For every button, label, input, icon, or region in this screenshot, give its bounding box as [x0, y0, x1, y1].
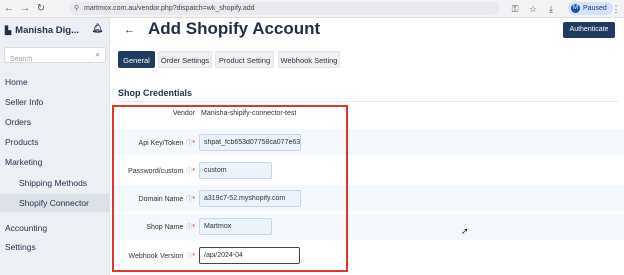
- address-url: martmox.com.au/vendor.php?dispatch=wk_sh…: [84, 5, 255, 12]
- password-label-text: Password/custom: [128, 168, 184, 175]
- domain-name-field[interactable]: [199, 190, 301, 207]
- brand[interactable]: ▙ Manisha Dig... 🔔︎: [5, 23, 105, 37]
- sidebar-item-seller-info[interactable]: Seller Info: [5, 97, 43, 107]
- sidebar-item-products[interactable]: Products: [5, 137, 39, 147]
- search-icon[interactable]: ⌕: [96, 50, 100, 60]
- forward-icon[interactable]: →: [18, 2, 32, 16]
- sidebar-item-shipping-methods[interactable]: Shipping Methods: [19, 178, 87, 188]
- vendor-value: Manisha-shipify-connector-test: [201, 110, 297, 117]
- sidebar-item-marketing[interactable]: Marketing: [5, 157, 42, 167]
- vendor-label-text: Vendor: [172, 110, 195, 117]
- tab-general[interactable]: General: [118, 51, 155, 68]
- required-mark: *: [192, 196, 195, 203]
- sidebar-item-home[interactable]: Home: [5, 77, 28, 87]
- domain-name-label-text: Domain Name: [138, 196, 184, 203]
- api-key-label-text: Api Key/Token: [138, 140, 184, 147]
- sidebar-item-settings[interactable]: Settings: [5, 242, 36, 252]
- tab-product-setting[interactable]: Product Setting: [215, 51, 274, 68]
- password-label: Password/custom ⓘ*: [112, 166, 195, 175]
- profile-button[interactable]: M Paused: [568, 2, 613, 15]
- password-key-icon[interactable]: ⚿: [509, 3, 521, 15]
- domain-name-label: Domain Name ⓘ*: [112, 194, 195, 203]
- authenticate-button[interactable]: Authenticate: [563, 22, 615, 38]
- tab-webhook-setting[interactable]: Webhook Setting: [278, 51, 340, 68]
- profile-status: Paused: [583, 5, 607, 12]
- sidebar-search: ⌕: [4, 47, 106, 67]
- webhook-version-label-text: Webhook Version: [128, 253, 184, 260]
- shop-name-field[interactable]: [199, 218, 272, 235]
- api-key-label: Api Key/Token ⓘ*: [112, 138, 195, 147]
- shop-name-label-text: Shop Name: [146, 224, 184, 231]
- required-mark: *: [192, 168, 195, 175]
- reload-icon[interactable]: ↻: [34, 2, 48, 16]
- search-input[interactable]: [5, 52, 89, 67]
- vendor-label: Vendor: [112, 110, 195, 117]
- sidebar-item-shopify-connector[interactable]: Shopify Connector: [19, 198, 89, 208]
- bookmark-star-icon[interactable]: ☆: [527, 3, 539, 15]
- section-title: Shop Credentials: [118, 88, 193, 98]
- mouse-cursor-icon: ➚: [461, 226, 469, 236]
- site-info-icon[interactable]: ⚲: [74, 2, 79, 15]
- sidebar: ▙ Manisha Dig... 🔔︎ ⌕ Home Seller Info O…: [0, 18, 110, 275]
- required-mark: *: [192, 253, 195, 260]
- required-mark: *: [192, 140, 195, 147]
- section-divider: [118, 101, 618, 102]
- download-icon[interactable]: ⤓: [545, 3, 557, 15]
- bell-icon[interactable]: 🔔︎: [92, 23, 103, 34]
- browser-toolbar: ← → ↻ ⚲ martmox.com.au/vendor.php?dispat…: [0, 0, 624, 18]
- tab-order-settings[interactable]: Order Settings: [158, 51, 212, 68]
- required-mark: *: [192, 224, 195, 231]
- avatar: M: [571, 4, 580, 13]
- password-field[interactable]: [199, 162, 272, 179]
- address-bar[interactable]: ⚲ martmox.com.au/vendor.php?dispatch=wk_…: [70, 2, 500, 15]
- brand-name: Manisha Dig...: [15, 24, 80, 36]
- shop-name-label: Shop Name ⓘ*: [112, 222, 195, 231]
- menu-dots-icon[interactable]: ⋮: [610, 3, 622, 15]
- store-icon: ▙: [5, 25, 12, 35]
- back-arrow-icon[interactable]: ←: [124, 24, 135, 36]
- webhook-version-label: Webhook Version ⓘ*: [112, 251, 195, 260]
- page-title: Add Shopify Account: [148, 19, 321, 38]
- api-key-field[interactable]: [199, 134, 301, 151]
- back-icon[interactable]: ←: [2, 2, 16, 16]
- sidebar-item-orders[interactable]: Orders: [5, 117, 31, 127]
- sidebar-item-accounting[interactable]: Accounting: [5, 223, 47, 233]
- webhook-version-field[interactable]: [199, 247, 300, 264]
